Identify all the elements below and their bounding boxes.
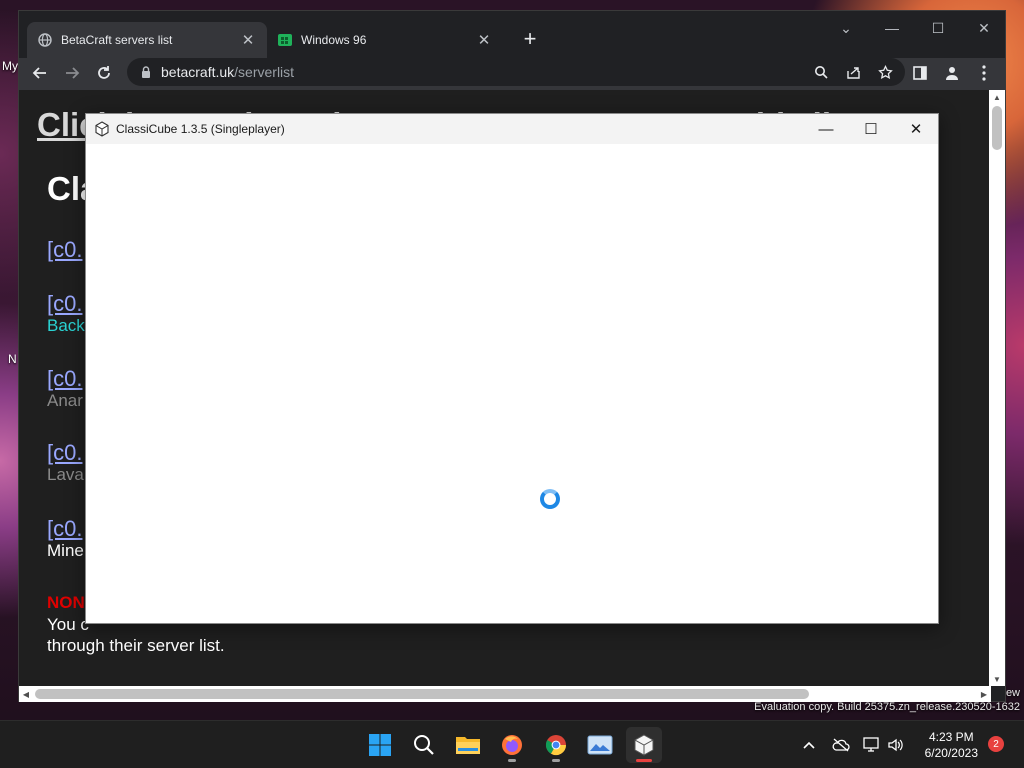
running-indicator: [552, 759, 560, 762]
running-indicator: [508, 759, 516, 762]
firefox-icon: [502, 735, 522, 755]
desktop-text-fragment: ew: [1005, 687, 1020, 699]
taskbar-clock[interactable]: 4:23 PM 6/20/2023: [925, 729, 978, 761]
chrome-button[interactable]: [538, 727, 574, 763]
active-indicator: [636, 759, 652, 762]
search-icon: [414, 735, 434, 755]
footer-line: through their server list.: [47, 636, 225, 655]
taskbar: 4:23 PM 6/20/2023 2: [0, 720, 1024, 768]
server-link[interactable]: [c0.: [47, 291, 82, 317]
server-description: Back: [47, 316, 85, 335]
photos-icon: [587, 735, 613, 755]
url-text[interactable]: betacraft.uk/serverlist: [161, 64, 294, 80]
new-tab-button[interactable]: +: [517, 26, 543, 52]
chevron-up-icon[interactable]: [799, 735, 819, 755]
classicube-title: ClassiCube 1.3.5 (Singleplayer): [116, 122, 285, 136]
reload-icon[interactable]: [89, 58, 119, 88]
url-path: /serverlist: [234, 64, 295, 80]
windows96-icon: [277, 32, 293, 48]
minimize-button[interactable]: —: [869, 15, 915, 41]
classicube-cube-icon: [94, 121, 110, 137]
maximize-button[interactable]: ☐: [848, 114, 894, 144]
classicube-cube-icon: [634, 734, 654, 756]
vertical-scrollbar[interactable]: ▲ ▼: [989, 90, 1005, 686]
back-arrow-icon[interactable]: [25, 58, 55, 88]
file-explorer-button[interactable]: [450, 727, 486, 763]
clock-date: 6/20/2023: [924, 746, 978, 760]
address-bar[interactable]: betacraft.uk/serverlist: [127, 58, 905, 86]
bookmark-star-icon[interactable]: [875, 62, 895, 82]
network-icon[interactable]: [862, 735, 882, 755]
classicube-taskbar-button[interactable]: [626, 727, 662, 763]
loading-spinner-icon: [540, 489, 560, 509]
folder-icon: [456, 737, 480, 754]
maximize-button[interactable]: ☐: [915, 15, 961, 41]
server-description: Lava: [47, 465, 84, 484]
tab-title: BetaCraft servers list: [61, 33, 173, 47]
scrollbar-thumb[interactable]: [35, 689, 809, 699]
windows-logo-icon: [369, 734, 391, 756]
url-domain: betacraft.uk: [161, 64, 235, 80]
server-description: Mine: [47, 541, 84, 560]
forward-arrow-icon[interactable]: [57, 58, 87, 88]
classicube-titlebar[interactable]: ClassiCube 1.3.5 (Singleplayer) — ☐ ✕: [86, 114, 938, 144]
kebab-menu-icon[interactable]: [969, 58, 999, 88]
tab-close-icon[interactable]: ✕: [239, 31, 257, 49]
chrome-icon: [545, 735, 567, 756]
desktop-icon-label-n[interactable]: N: [8, 352, 17, 366]
scroll-right-icon[interactable]: ▶: [977, 686, 991, 702]
lock-icon[interactable]: [139, 65, 153, 79]
scrollbar-thumb[interactable]: [992, 106, 1002, 150]
scroll-up-icon[interactable]: ▲: [989, 90, 1005, 104]
server-link[interactable]: [c0.: [47, 516, 82, 542]
browser-toolbar: betacraft.uk/serverlist: [19, 58, 1005, 90]
zoom-search-icon[interactable]: [811, 62, 831, 82]
classicube-window: ClassiCube 1.3.5 (Singleplayer) — ☐ ✕: [85, 113, 939, 624]
tab-title: Windows 96: [301, 33, 367, 47]
none-label: NON: [47, 593, 85, 612]
close-button[interactable]: ✕: [961, 15, 1007, 41]
horizontal-scrollbar[interactable]: ◀ ▶: [19, 686, 991, 702]
tab-windows96[interactable]: Windows 96 ✕: [267, 22, 503, 58]
search-button[interactable]: [406, 727, 442, 763]
scroll-down-icon[interactable]: ▼: [989, 672, 1005, 686]
firefox-button[interactable]: [494, 727, 530, 763]
tab-betacraft[interactable]: BetaCraft servers list ✕: [27, 22, 267, 58]
side-panel-icon[interactable]: [905, 58, 935, 88]
server-link[interactable]: [c0.: [47, 440, 82, 466]
tab-search-dropdown-icon[interactable]: ⌄: [823, 15, 869, 41]
desktop-icon-label-my[interactable]: My: [2, 59, 18, 73]
tab-strip: BetaCraft servers list ✕ Windows 96 ✕ + …: [19, 11, 1005, 58]
server-link[interactable]: [c0.: [47, 237, 82, 263]
minimize-button[interactable]: —: [803, 114, 849, 144]
evaluation-watermark: Evaluation copy. Build 25375.zn_release.…: [754, 701, 1020, 713]
tab-close-icon[interactable]: ✕: [475, 31, 493, 49]
clock-time: 4:23 PM: [928, 730, 974, 744]
scroll-left-icon[interactable]: ◀: [19, 686, 33, 702]
cloud-offline-icon[interactable]: [831, 735, 851, 755]
globe-icon: [37, 32, 53, 48]
volume-icon[interactable]: [886, 735, 906, 755]
server-description: Anar: [47, 391, 83, 410]
start-button[interactable]: [362, 727, 398, 763]
server-link[interactable]: [c0.: [47, 366, 82, 392]
close-button[interactable]: ✕: [893, 114, 939, 144]
photos-button[interactable]: [582, 727, 618, 763]
share-icon[interactable]: [843, 62, 863, 82]
profile-avatar-icon[interactable]: [937, 58, 967, 88]
notification-badge[interactable]: 2: [988, 736, 1004, 752]
